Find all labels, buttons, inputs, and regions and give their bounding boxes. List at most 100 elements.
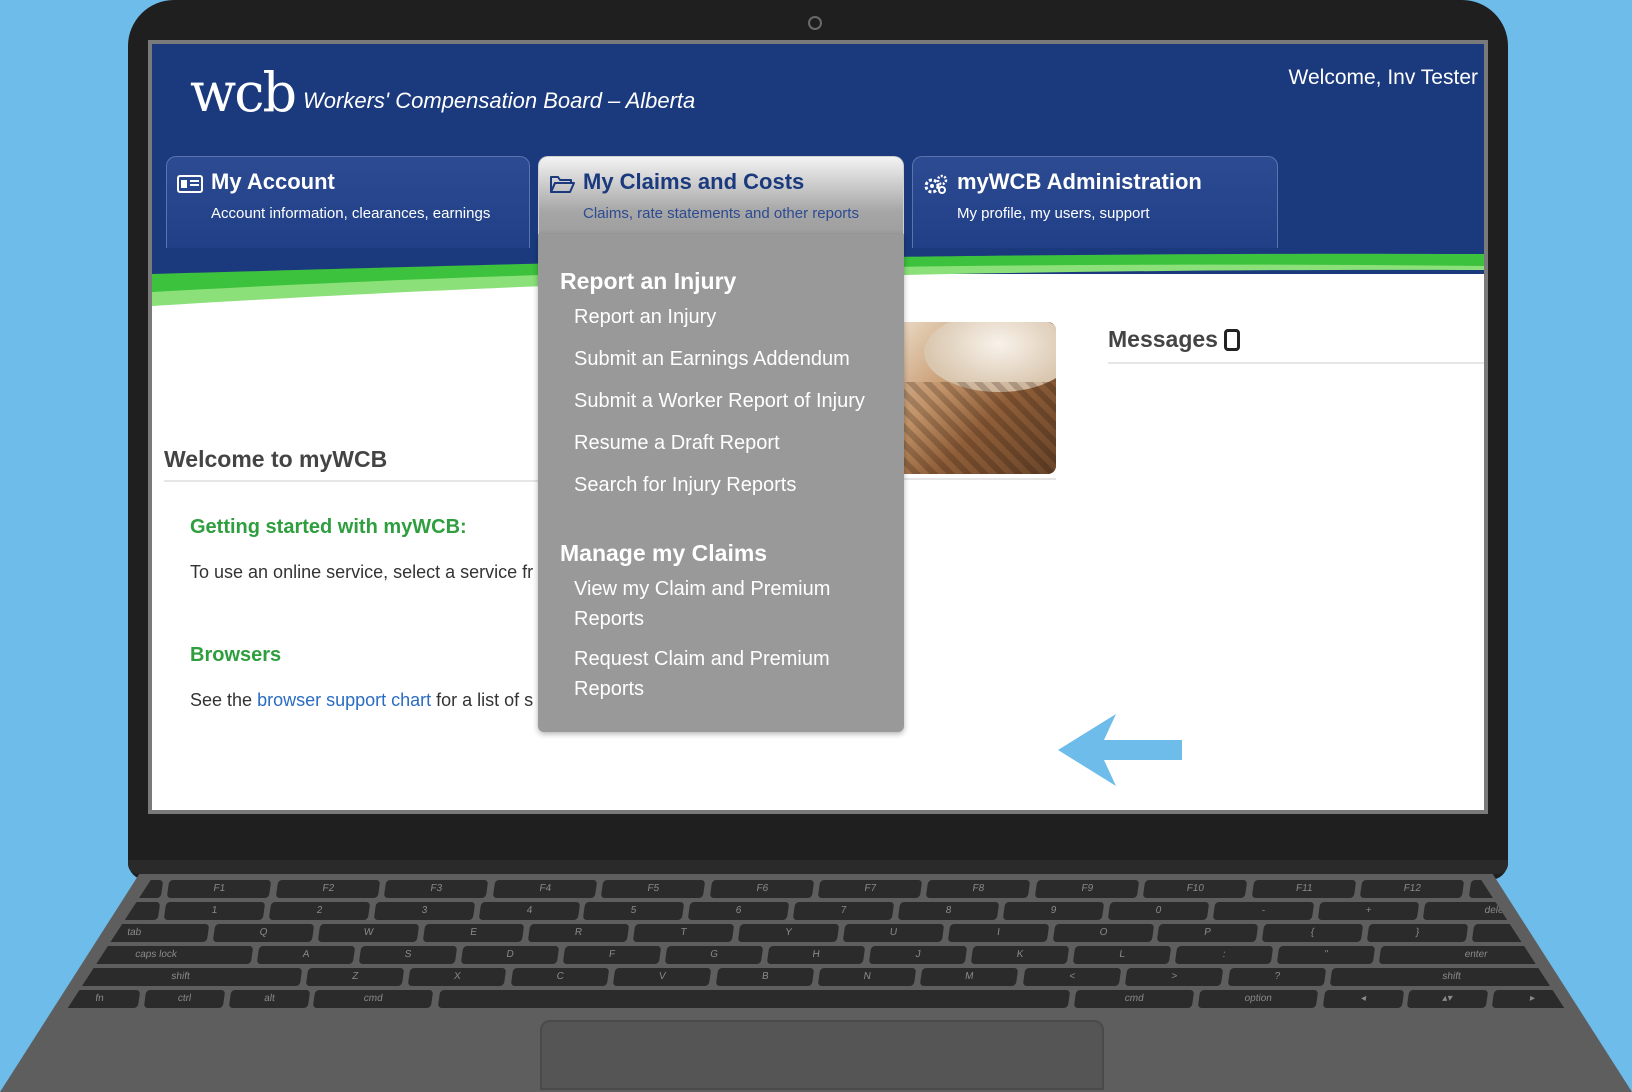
key: cmd bbox=[1073, 990, 1195, 1008]
keyboard-row: esc F1 F2 F3 F4 F5 F6 F7 F8 F9 F10 F11 F… bbox=[60, 880, 1572, 898]
key: + bbox=[1317, 902, 1419, 920]
key: ~ bbox=[60, 902, 161, 920]
keyboard-row: fn ctrl alt cmd cmd option ◂ ▴▾ ▸ bbox=[60, 990, 1572, 1008]
key: F3 bbox=[384, 880, 489, 898]
intro-text: To use an online service, select a servi… bbox=[190, 562, 534, 582]
menu-section-manage-my-claims: Manage my Claims bbox=[560, 540, 768, 566]
keyboard-row: tab Q W E R T Y U I O P { } \ bbox=[60, 924, 1572, 942]
org-name: Workers' Compensation Board – Alberta bbox=[303, 88, 696, 113]
keyboard-row: caps lock A S D F G H J K L : " enter bbox=[60, 946, 1572, 964]
gears-icon bbox=[924, 174, 948, 194]
key: X bbox=[408, 968, 508, 986]
keyboard-row: ~ 1 2 3 4 5 6 7 8 9 0 - + delete bbox=[60, 902, 1572, 920]
key: U bbox=[842, 924, 944, 942]
tab-title: myWCB Administration bbox=[957, 169, 1202, 194]
menu-item-report-an-injury[interactable]: Report an Injury bbox=[574, 302, 884, 332]
key: E bbox=[422, 924, 525, 942]
key: H bbox=[766, 946, 866, 964]
menu-item-request-claim-premium-reports[interactable]: Request Claim and Premium Reports bbox=[574, 644, 884, 704]
getting-started-heading: Getting started with myWCB: bbox=[190, 516, 467, 538]
tab-mywcb-administration[interactable]: myWCB Administration My profile, my user… bbox=[912, 156, 1278, 248]
laptop-hinge bbox=[128, 860, 1508, 874]
browsers-prefix: See the bbox=[190, 690, 258, 710]
key: Q bbox=[213, 924, 315, 942]
key: > bbox=[1124, 968, 1224, 986]
key: M bbox=[920, 968, 1020, 986]
key: F2 bbox=[275, 880, 381, 898]
wcb-logo[interactable]: wcb Workers' Compensation Board – Albert… bbox=[190, 66, 695, 120]
menu-item-submit-worker-report[interactable]: Submit a Worker Report of Injury bbox=[574, 386, 884, 416]
browsers-text: See the browser support chart for a list… bbox=[190, 690, 538, 711]
pointer-arrow-icon bbox=[1058, 714, 1182, 786]
key: O bbox=[1052, 924, 1154, 942]
divider bbox=[164, 480, 538, 482]
key: - bbox=[1212, 902, 1314, 920]
key: option bbox=[1198, 990, 1319, 1008]
message-phone-icon[interactable] bbox=[1223, 329, 1240, 351]
key: 4 bbox=[478, 902, 580, 920]
key: 7 bbox=[793, 902, 895, 920]
key: 1 bbox=[163, 902, 266, 920]
menu-item-view-claim-premium-reports[interactable]: View my Claim and Premium Reports bbox=[574, 574, 884, 634]
divider bbox=[1108, 362, 1484, 364]
tab-subtitle: My profile, my users, support bbox=[957, 205, 1150, 222]
messages-title: Messages bbox=[1108, 326, 1218, 352]
worker-photo bbox=[904, 322, 1056, 474]
divider bbox=[904, 478, 1056, 480]
key: 5 bbox=[583, 902, 685, 920]
key: L bbox=[1072, 946, 1172, 964]
key: alt bbox=[228, 990, 310, 1008]
tab-subtitle: Claims, rate statements and other report… bbox=[583, 205, 859, 222]
key: shift bbox=[1329, 968, 1572, 986]
tab-title: My Account bbox=[211, 169, 335, 194]
key: F5 bbox=[600, 880, 706, 898]
key: ctrl bbox=[143, 990, 225, 1008]
key: Z bbox=[305, 968, 405, 986]
key: G bbox=[664, 946, 764, 964]
key: D bbox=[460, 946, 560, 964]
key: shift bbox=[60, 968, 303, 986]
key: 2 bbox=[268, 902, 370, 920]
key: B bbox=[715, 968, 815, 986]
browsers-heading: Browsers bbox=[190, 644, 282, 666]
key: F bbox=[562, 946, 662, 964]
menu-item-search-injury-reports[interactable]: Search for Injury Reports bbox=[574, 470, 884, 500]
welcome-user-text: Welcome, Inv Tester bbox=[1288, 66, 1478, 89]
key: F10 bbox=[1143, 880, 1248, 898]
browsers-suffix: for a list of s bbox=[431, 690, 534, 710]
key: { bbox=[1262, 924, 1364, 942]
key: F12 bbox=[1359, 880, 1465, 898]
keyboard: esc F1 F2 F3 F4 F5 F6 F7 F8 F9 F10 F11 F… bbox=[60, 880, 1572, 1020]
key: 9 bbox=[1002, 902, 1105, 920]
key: F11 bbox=[1251, 880, 1357, 898]
key: R bbox=[527, 924, 630, 942]
claims-dropdown-menu: Report an Injury Report an Injury Submit… bbox=[538, 234, 904, 732]
key: cmd bbox=[313, 990, 434, 1008]
key: Y bbox=[737, 924, 839, 942]
messages-heading: Messages bbox=[1108, 326, 1240, 353]
key: K bbox=[970, 946, 1070, 964]
key: 0 bbox=[1107, 902, 1210, 920]
keyboard-row: shift Z X C V B N M < > ? shift bbox=[60, 968, 1572, 986]
key: ▴▾ bbox=[1407, 990, 1489, 1008]
key: F7 bbox=[817, 880, 923, 898]
key: 6 bbox=[688, 902, 790, 920]
key: F6 bbox=[709, 880, 815, 898]
tab-subtitle: Account information, clearances, earning… bbox=[211, 205, 491, 222]
key: I bbox=[947, 924, 1049, 942]
key: F4 bbox=[492, 880, 598, 898]
key: < bbox=[1022, 968, 1122, 986]
browser-support-chart-link[interactable]: browser support chart bbox=[257, 690, 431, 710]
key: F9 bbox=[1034, 880, 1140, 898]
key: : bbox=[1174, 946, 1274, 964]
browser-screen: wcb Workers' Compensation Board – Albert… bbox=[152, 44, 1484, 810]
tab-title: My Claims and Costs bbox=[583, 169, 805, 194]
tab-my-account[interactable]: My Account Account information, clearanc… bbox=[166, 156, 530, 248]
plaid-shirt-shape bbox=[904, 382, 1056, 474]
key: F8 bbox=[926, 880, 1032, 898]
menu-item-submit-earnings-addendum[interactable]: Submit an Earnings Addendum bbox=[574, 344, 884, 374]
menu-item-resume-draft-report[interactable]: Resume a Draft Report bbox=[574, 428, 884, 458]
spacebar bbox=[437, 990, 1071, 1008]
menu-section-report-an-injury: Report an Injury bbox=[560, 268, 737, 294]
key: V bbox=[612, 968, 712, 986]
